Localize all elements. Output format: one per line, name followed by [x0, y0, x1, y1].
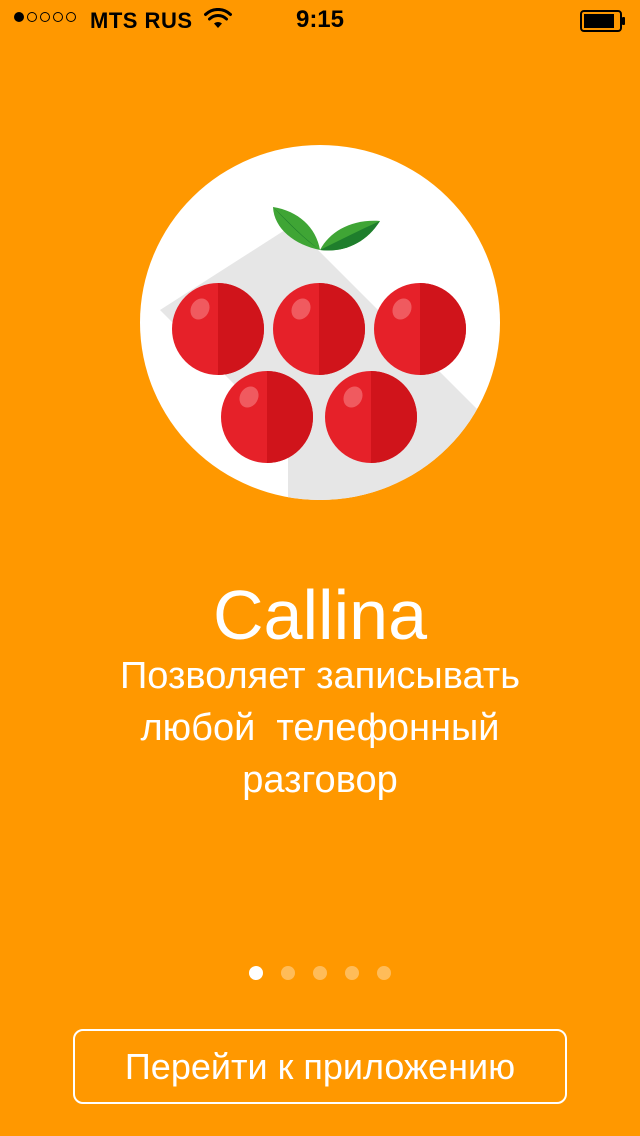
- page-dot-4[interactable]: [345, 966, 359, 980]
- berry: [325, 371, 417, 463]
- description-line: разговор: [242, 759, 398, 801]
- app-logo: [140, 145, 500, 500]
- status-bar: MTS RUS 9:15: [0, 0, 640, 40]
- page-dot-1[interactable]: [249, 966, 263, 980]
- raspberry-logo-icon: [160, 207, 500, 500]
- go-to-app-button[interactable]: Перейти к приложению: [73, 1029, 567, 1104]
- berry: [374, 283, 466, 375]
- page-indicator[interactable]: [0, 966, 640, 980]
- description-line: любой телефонный: [140, 707, 500, 749]
- status-time: 9:15: [295, 6, 345, 33]
- page-dot-5[interactable]: [377, 966, 391, 980]
- description-line: Позволяет записывать: [119, 655, 521, 697]
- page-dot-3[interactable]: [313, 966, 327, 980]
- berry: [221, 371, 313, 463]
- app-description: Позволяет записывать любой телефонный ра…: [60, 650, 580, 806]
- berry: [172, 283, 264, 375]
- berry: [273, 283, 365, 375]
- battery-icon: [580, 10, 625, 32]
- page-dot-2[interactable]: [281, 966, 295, 980]
- app-title: Callina: [213, 575, 427, 654]
